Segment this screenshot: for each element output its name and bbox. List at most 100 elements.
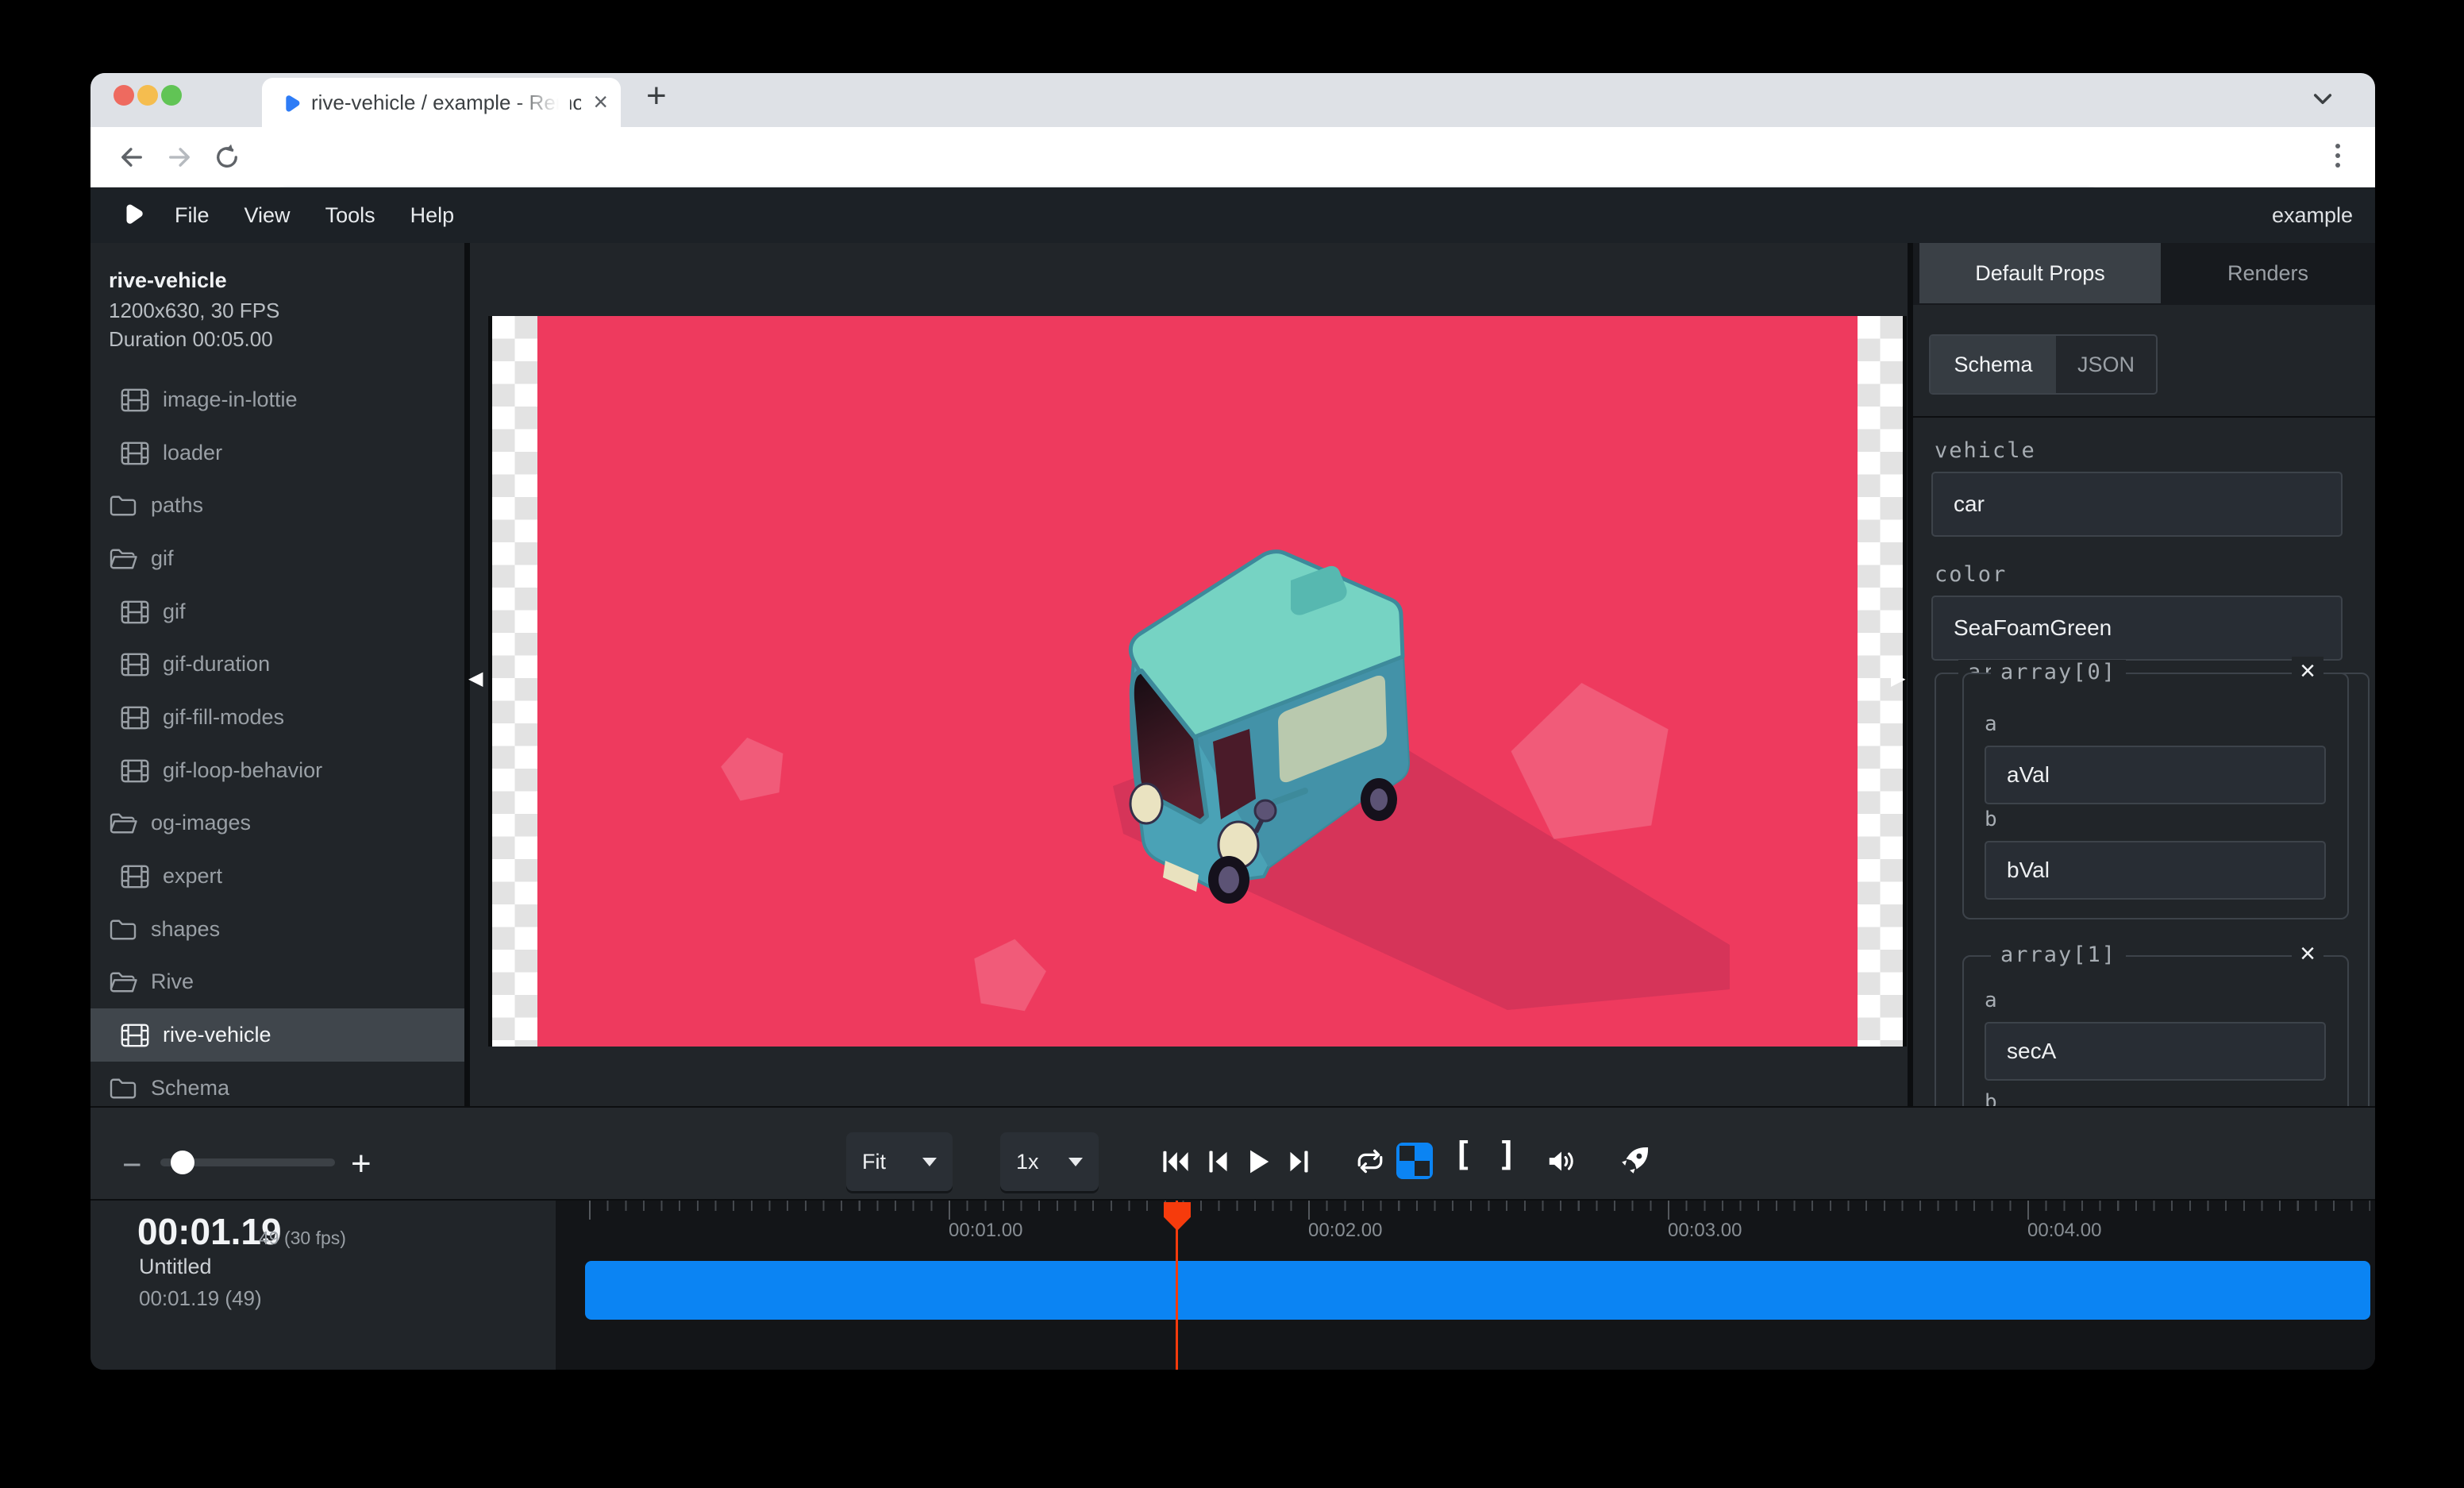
remove-array-1-icon[interactable]: × <box>2292 939 2323 968</box>
sidebar-item-expert[interactable]: expert <box>90 850 464 903</box>
ruler-label: 00:04.00 <box>2027 1220 2101 1242</box>
sidebar-item-rive-vehicle[interactable]: rive-vehicle <box>90 1008 464 1062</box>
composition-icon <box>121 1023 149 1047</box>
next-frame-icon[interactable] <box>1288 1149 1310 1174</box>
traffic-light-close[interactable] <box>114 85 134 106</box>
sidebar-item-gif[interactable]: gif <box>90 585 464 638</box>
folder-open-icon <box>109 547 137 571</box>
sidebar-item-gif-duration[interactable]: gif-duration <box>90 638 464 691</box>
folder-closed-icon <box>109 1077 137 1101</box>
composition-title: rive-vehicle <box>109 268 227 293</box>
tab-close-icon[interactable]: × <box>593 85 608 118</box>
sidebar-item-gif-loop-behavior[interactable]: gif-loop-behavior <box>90 744 464 797</box>
sidebar-folder-og-images[interactable]: og-images <box>90 796 464 850</box>
transparency-checker-toggle[interactable] <box>1396 1143 1433 1179</box>
array-0-a-input[interactable] <box>1985 746 2326 804</box>
chevron-down-icon <box>1068 1158 1083 1166</box>
color-input[interactable] <box>1931 596 2343 661</box>
array-0-fieldset: array[0] × a b <box>1962 673 2349 919</box>
composition-duration: Duration 00:05.00 <box>109 327 273 352</box>
folder-open-icon <box>109 970 137 994</box>
sidebar-item-label: Rive <box>151 970 194 994</box>
sidebar-item-image-in-lottie[interactable]: image-in-lottie <box>90 373 464 426</box>
sidebar-item-label: gif <box>151 546 174 571</box>
browser-menu-kebab-icon[interactable] <box>2335 141 2340 170</box>
schema-json-toggle: Schema JSON <box>1929 334 2158 395</box>
props-divider <box>1908 243 1913 1106</box>
track-duration: 00:01.19 (49) <box>139 1286 262 1311</box>
folder-closed-icon <box>109 494 137 518</box>
field-label-a: a <box>1985 989 1999 1012</box>
array-0-b-input[interactable] <box>1985 841 2326 900</box>
loop-icon[interactable] <box>1354 1148 1386 1174</box>
zoom-in-button[interactable]: + <box>351 1144 372 1184</box>
tab-title-fade <box>514 83 570 122</box>
sidebar-item-loader[interactable]: loader <box>90 426 464 480</box>
render-rocket-icon[interactable] <box>1618 1144 1651 1178</box>
in-point-button[interactable]: [ <box>1453 1135 1473 1174</box>
field-label-color: color <box>1935 562 2007 587</box>
timeline-track[interactable] <box>585 1261 2370 1320</box>
forward-icon[interactable] <box>165 143 194 172</box>
menu-view[interactable]: View <box>244 199 291 233</box>
traffic-light-minimize[interactable] <box>137 85 158 106</box>
browser-tab[interactable]: rive-vehicle / example - Remoti × <box>262 78 621 127</box>
menu-tools[interactable]: Tools <box>325 199 375 233</box>
play-icon[interactable] <box>1247 1147 1271 1176</box>
folder-closed-icon <box>109 918 137 942</box>
sidebar-item-gif-fill-modes[interactable]: gif-fill-modes <box>90 691 464 744</box>
collapse-sidebar-icon[interactable]: ◀ <box>468 669 483 688</box>
sidebar-item-label: loader <box>163 441 222 465</box>
menu-help[interactable]: Help <box>410 199 455 233</box>
array-0-legend: array[0] <box>1991 660 2126 684</box>
ruler-label: 00:02.00 <box>1308 1220 1382 1242</box>
remove-array-0-icon[interactable]: × <box>2292 657 2323 685</box>
current-frame-info: 49 (30 fps) <box>259 1228 346 1249</box>
timeline-info-panel: 00:01.19 49 (30 fps) Untitled 00:01.19 (… <box>90 1201 556 1370</box>
sidebar-folder-paths[interactable]: paths <box>90 479 464 532</box>
menu-file[interactable]: File <box>175 199 210 233</box>
tab-renders[interactable]: Renders <box>2161 243 2375 303</box>
vehicle-input[interactable] <box>1931 472 2343 537</box>
project-name: example <box>2272 203 2353 228</box>
composition-icon <box>121 706 149 730</box>
reload-icon[interactable] <box>213 143 241 172</box>
chevron-down-icon <box>922 1158 937 1166</box>
sidebar-folder-gif[interactable]: gif <box>90 532 464 585</box>
array-1-legend: array[1] <box>1991 943 2126 967</box>
app-menu-bar: File View Tools Help example <box>90 187 2375 243</box>
props-divider-line <box>1913 416 2375 418</box>
composition-icon <box>121 653 149 677</box>
jump-to-start-icon[interactable] <box>1161 1149 1190 1174</box>
tab-default-props[interactable]: Default Props <box>1919 243 2161 303</box>
transparency-checker-left <box>492 316 537 1047</box>
ruler-label: 00:03.00 <box>1668 1220 1742 1242</box>
zoom-out-button[interactable]: − <box>122 1146 142 1184</box>
remotion-logo-icon[interactable] <box>121 202 146 228</box>
toggle-json[interactable]: JSON <box>2056 336 2156 393</box>
array-1-a-input[interactable] <box>1985 1022 2326 1081</box>
ruler-major-ticks[interactable] <box>589 1201 2370 1220</box>
out-point-button[interactable]: ] <box>1497 1135 1517 1174</box>
previous-frame-icon[interactable] <box>1207 1149 1229 1174</box>
sidebar-item-label: paths <box>151 493 203 518</box>
remotion-favicon <box>281 94 302 119</box>
zoom-slider-knob[interactable] <box>171 1151 194 1174</box>
new-tab-button[interactable]: + <box>646 76 667 116</box>
vehicle-illustration <box>537 316 1858 1047</box>
traffic-light-zoom[interactable] <box>161 85 182 106</box>
folder-open-icon <box>109 811 137 835</box>
fit-dropdown[interactable]: Fit <box>846 1132 953 1191</box>
tab-search-chevron-icon[interactable] <box>2310 86 2335 111</box>
composition-icon <box>121 865 149 889</box>
toggle-schema[interactable]: Schema <box>1931 336 2056 393</box>
volume-icon[interactable] <box>1546 1148 1577 1174</box>
expand-panel-icon[interactable]: ▶ <box>1891 669 1905 688</box>
sidebar-folder-shapes[interactable]: shapes <box>90 903 464 956</box>
sidebar-item-label: image-in-lottie <box>163 387 298 412</box>
field-label-b: b <box>1985 808 1999 831</box>
sidebar-folder-rive[interactable]: Rive <box>90 955 464 1008</box>
ruler-label: 00:01.00 <box>949 1220 1022 1242</box>
back-icon[interactable] <box>117 143 146 172</box>
speed-dropdown[interactable]: 1x <box>1000 1132 1099 1191</box>
